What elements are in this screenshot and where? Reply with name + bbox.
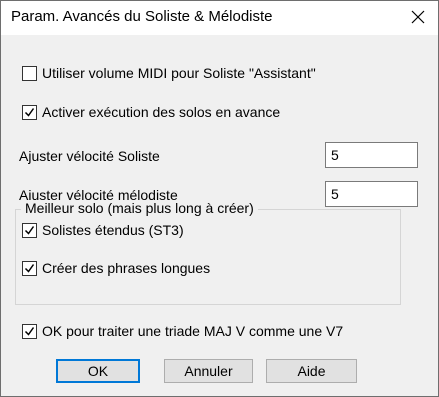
early-solo-label[interactable]: Activer exécution des solos en avance bbox=[42, 104, 280, 120]
triad-v7-checkbox[interactable] bbox=[22, 324, 37, 339]
triad-v7-label[interactable]: OK pour traiter une triade MAJ V comme u… bbox=[42, 323, 343, 339]
checkmark-icon bbox=[24, 108, 35, 117]
dialog-window: Param. Avancés du Soliste & Mélodiste Ut… bbox=[0, 0, 439, 397]
extended-soloists-label[interactable]: Solistes étendus (ST3) bbox=[42, 222, 184, 238]
soloist-velocity-label: Ajuster vélocité Soliste bbox=[19, 148, 160, 164]
use-midi-volume-label[interactable]: Utiliser volume MIDI pour Soliste "Assis… bbox=[42, 65, 316, 81]
close-button[interactable] bbox=[400, 1, 436, 33]
soloist-velocity-input[interactable] bbox=[325, 142, 418, 168]
extended-soloists-checkbox[interactable] bbox=[22, 223, 37, 238]
checkmark-icon bbox=[24, 264, 35, 273]
long-phrases-checkbox[interactable] bbox=[22, 261, 37, 276]
ok-button[interactable]: OK bbox=[56, 359, 140, 383]
dialog-client-area: Utiliser volume MIDI pour Soliste "Assis… bbox=[1, 35, 438, 396]
checkmark-icon bbox=[24, 327, 35, 336]
use-midi-volume-checkbox[interactable] bbox=[22, 66, 37, 81]
cancel-button[interactable]: Annuler bbox=[164, 359, 253, 383]
better-solo-group-caption: Meilleur solo (mais plus long à créer) bbox=[21, 200, 258, 216]
long-phrases-label[interactable]: Créer des phrases longues bbox=[42, 260, 210, 276]
help-button[interactable]: Aide bbox=[266, 359, 357, 383]
close-icon bbox=[411, 10, 425, 24]
melodist-velocity-input[interactable] bbox=[325, 181, 418, 207]
checkmark-icon bbox=[24, 226, 35, 235]
early-solo-checkbox[interactable] bbox=[22, 105, 37, 120]
title-bar: Param. Avancés du Soliste & Mélodiste bbox=[1, 1, 438, 35]
dialog-title: Param. Avancés du Soliste & Mélodiste bbox=[11, 8, 273, 25]
